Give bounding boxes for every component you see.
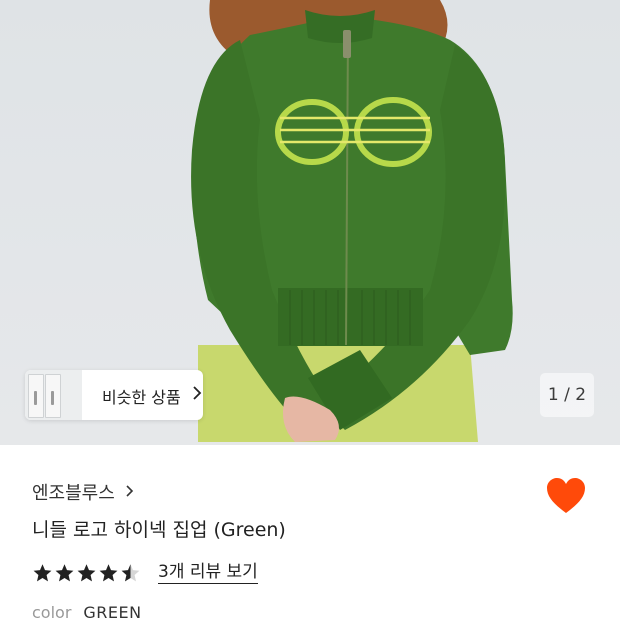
similar-products-button[interactable]: 비슷한 상품 bbox=[25, 370, 203, 420]
color-value: GREEN bbox=[83, 603, 142, 622]
thumbnail-image bbox=[45, 374, 61, 418]
brand-name: 엔조블루스 bbox=[32, 483, 115, 504]
chevron-right-icon bbox=[125, 483, 134, 502]
product-image[interactable]: 비슷한 상품 1 / 2 bbox=[0, 0, 620, 445]
star-full-icon bbox=[33, 564, 52, 582]
rating-row: 3개 리뷰 보기 bbox=[32, 561, 258, 585]
star-full-icon bbox=[77, 564, 96, 582]
star-full-icon bbox=[55, 564, 74, 582]
similar-products-thumbnail bbox=[25, 370, 82, 420]
reviews-link[interactable]: 3개 리뷰 보기 bbox=[158, 562, 258, 584]
color-row: color GREEN bbox=[32, 603, 142, 622]
image-counter: 1 / 2 bbox=[540, 373, 594, 417]
similar-products-label: 비슷한 상품 bbox=[102, 388, 181, 407]
like-heart-icon[interactable] bbox=[546, 477, 586, 515]
product-title: 니들 로고 하이넥 집업 (Green) bbox=[32, 519, 286, 541]
brand-link[interactable]: 엔조블루스 bbox=[32, 479, 134, 505]
thumbnail-image bbox=[28, 374, 44, 418]
color-label: color bbox=[32, 603, 72, 622]
star-rating bbox=[32, 563, 142, 583]
star-half-icon bbox=[121, 564, 140, 582]
star-full-icon bbox=[99, 564, 118, 582]
